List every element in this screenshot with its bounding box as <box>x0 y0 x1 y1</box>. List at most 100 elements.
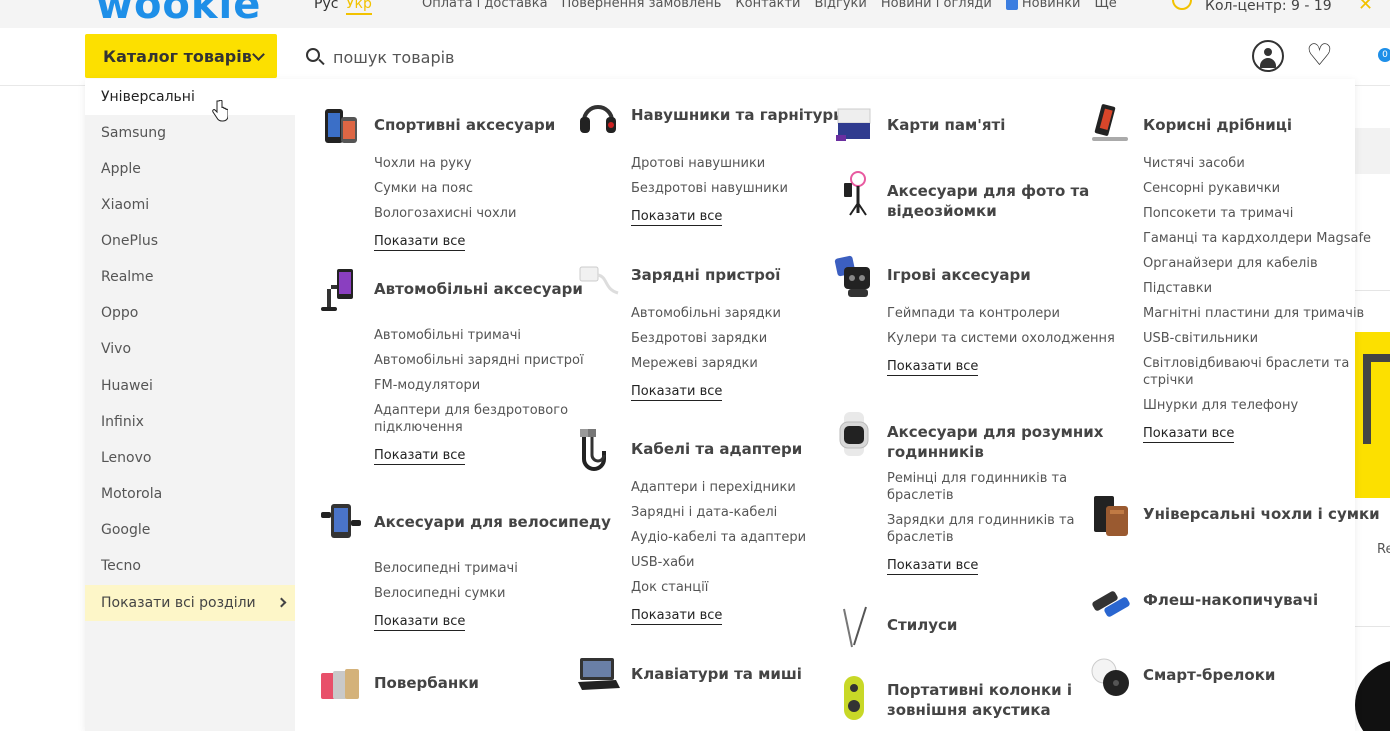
category-bike: Аксесуари для велосипеду Велосипедні три… <box>321 504 614 631</box>
brand-item-oppo[interactable]: Oppo <box>85 295 295 331</box>
subcategory-link[interactable]: Підставки <box>1143 280 1383 297</box>
show-all-link[interactable]: Показати все <box>374 233 466 251</box>
subcategory-link[interactable]: Автомобільні зарядки <box>631 305 871 322</box>
category-title[interactable]: Аксесуари для фото та відеозйомки <box>887 181 1127 221</box>
user-account-icon[interactable] <box>1252 40 1284 72</box>
category-title[interactable]: Флеш-накопичувачі <box>1143 590 1383 610</box>
subcategory-link[interactable]: Чистячі засоби <box>1143 155 1383 172</box>
subcategory-link[interactable]: Чохли на руку <box>374 155 614 172</box>
brand-item-infinix[interactable]: Infinix <box>85 404 295 440</box>
brand-item-samsung[interactable]: Samsung <box>85 115 295 151</box>
brand-item-motorola[interactable]: Motorola <box>85 476 295 512</box>
nav-payment-delivery[interactable]: Оплата і доставка <box>422 0 548 11</box>
charger-icon <box>579 266 619 295</box>
nav-news[interactable]: Новини і огляди <box>881 0 992 11</box>
close-icon[interactable]: ✕ <box>1358 0 1373 15</box>
show-all-link[interactable]: Показати все <box>887 358 979 376</box>
subcategory-link[interactable]: Магнітні пластини для тримачів <box>1143 305 1383 322</box>
category-cables: Кабелі та адаптери Адаптери і перехідник… <box>580 429 871 625</box>
nav-contacts[interactable]: Контакти <box>735 0 800 11</box>
brand-item-vivo[interactable]: Vivo <box>85 331 295 367</box>
brand-show-all-sections[interactable]: Показати всі розділи <box>85 585 295 621</box>
show-all-link[interactable]: Показати все <box>631 383 723 401</box>
cable-icon <box>580 429 606 471</box>
site-logo[interactable]: wookie <box>96 0 261 28</box>
subcategory-link[interactable]: Велосипедні сумки <box>374 585 614 602</box>
show-all-link[interactable]: Показати все <box>374 447 466 465</box>
nav-returns[interactable]: Повернення замовлень <box>562 0 722 11</box>
brand-item-lenovo[interactable]: Lenovo <box>85 440 295 476</box>
stylus-icon <box>843 606 867 648</box>
subcategory-link[interactable]: Мережеві зарядки <box>631 355 871 372</box>
subcategory-link[interactable]: Гаманці та кардхолдери Magsafe <box>1143 230 1383 247</box>
subcategory-link[interactable]: Попсокети та тримачі <box>1143 205 1383 222</box>
category-flash: Флеш-накопичувачі <box>1092 590 1383 630</box>
show-all-sections-label: Показати всі розділи <box>101 595 256 611</box>
call-center-hours: Кол-центр: 9 - 19 <box>1205 0 1332 14</box>
category-cases: Універсальні чохли і сумки <box>1094 496 1383 552</box>
catalog-button[interactable]: Каталог товарів <box>85 34 277 78</box>
brand-item-realme[interactable]: Realme <box>85 259 295 295</box>
wallet-case-icon <box>1094 496 1128 536</box>
smart-tag-icon <box>1091 658 1129 696</box>
subcategory-link[interactable]: Геймпади та контролери <box>887 305 1127 322</box>
flash-drive-icon <box>1092 591 1130 617</box>
gamepad-icon <box>834 255 870 297</box>
cart-count-badge[interactable]: 0 <box>1378 48 1390 62</box>
subcategory-link[interactable]: FM-модулятори <box>374 377 614 394</box>
subcategory-link[interactable]: Кулери та системи охолодження <box>887 330 1127 347</box>
category-title[interactable]: Ігрові аксесуари <box>887 265 1127 285</box>
lang-ua-link[interactable]: Укр <box>346 0 372 15</box>
category-title[interactable]: Смарт-брелоки <box>1143 665 1383 685</box>
search-input[interactable] <box>333 44 1033 70</box>
catalog-button-label: Каталог товарів <box>103 46 252 66</box>
brand-item-google[interactable]: Google <box>85 512 295 548</box>
show-all-link[interactable]: Показати все <box>374 613 466 631</box>
category-title[interactable]: Аксесуари для розумних годинників <box>887 422 1127 462</box>
nav-more[interactable]: Ще <box>1095 0 1117 11</box>
subcategory-link[interactable]: Сумки на пояс <box>374 180 614 197</box>
subcategory-link[interactable]: Адаптери і перехідники <box>631 479 871 496</box>
subcategory-link[interactable]: Аудіо-кабелі та адаптери <box>631 529 871 546</box>
sport-armband-icon <box>325 109 357 143</box>
subcategory-link[interactable]: Бездротові зарядки <box>631 330 871 347</box>
subcategory-link[interactable]: Зарядні і дата-кабелі <box>631 504 871 521</box>
new-items-icon <box>1005 0 1018 10</box>
subcategory-link[interactable]: Органайзери для кабелів <box>1143 255 1383 272</box>
subcategory-link[interactable]: Автомобільні зарядні пристрої <box>374 352 614 369</box>
subcategory-link[interactable]: Шнурки для телефону <box>1143 397 1383 414</box>
show-all-link[interactable]: Показати все <box>631 208 723 226</box>
brand-item-tecno[interactable]: Tecno <box>85 548 295 584</box>
search-icon[interactable] <box>306 48 320 62</box>
show-all-link[interactable]: Показати все <box>631 607 723 625</box>
headphones-icon <box>580 105 616 133</box>
category-photo: Аксесуари для фото та відеозйомки <box>844 171 1127 229</box>
useful-gadgets-icon <box>1092 104 1128 141</box>
category-title[interactable]: Корисні дрібниці <box>1143 115 1383 135</box>
category-title[interactable]: Універсальні чохли і сумки <box>1143 504 1383 524</box>
subcategory-link[interactable]: Автомобільні тримачі <box>374 327 614 344</box>
lang-ru-link[interactable]: Рус <box>314 0 338 12</box>
ring-light-icon <box>844 171 867 216</box>
heart-icon[interactable]: ♡ <box>1306 40 1333 72</box>
subcategory-link[interactable]: USB-світильники <box>1143 330 1383 347</box>
brand-item-xiaomi[interactable]: Xiaomi <box>85 187 295 223</box>
subcategory-link[interactable]: Док станції <box>631 579 871 596</box>
nav-reviews[interactable]: Відгуки <box>815 0 867 11</box>
brand-sidebar: Універсальні Samsung Apple Xiaomi OnePlu… <box>85 79 295 731</box>
show-all-link[interactable]: Показати все <box>1143 425 1235 443</box>
show-all-link[interactable]: Показати все <box>887 557 979 575</box>
memory-card-icon <box>836 108 871 141</box>
category-gaming: Ігрові аксесуари Геймпади та контролери … <box>834 255 1127 376</box>
subcategory-link[interactable]: Вологозахисні чохли <box>374 205 614 222</box>
subcategory-link[interactable]: Світловідбиваючі браслети та стрічки <box>1143 355 1383 389</box>
nav-new-items[interactable]: Новинки <box>1005 0 1081 11</box>
brand-item-huawei[interactable]: Huawei <box>85 368 295 404</box>
brand-item-universal[interactable]: Універсальні <box>85 79 295 115</box>
brand-item-apple[interactable]: Apple <box>85 151 295 187</box>
subcategory-link[interactable]: Сенсорні рукавички <box>1143 180 1383 197</box>
subcategory-link[interactable]: USB-хаби <box>631 554 871 571</box>
brand-item-oneplus[interactable]: OnePlus <box>85 223 295 259</box>
subcategory-link[interactable]: Велосипедні тримачі <box>374 560 614 577</box>
category-title[interactable]: Аксесуари для велосипеду <box>374 512 614 532</box>
